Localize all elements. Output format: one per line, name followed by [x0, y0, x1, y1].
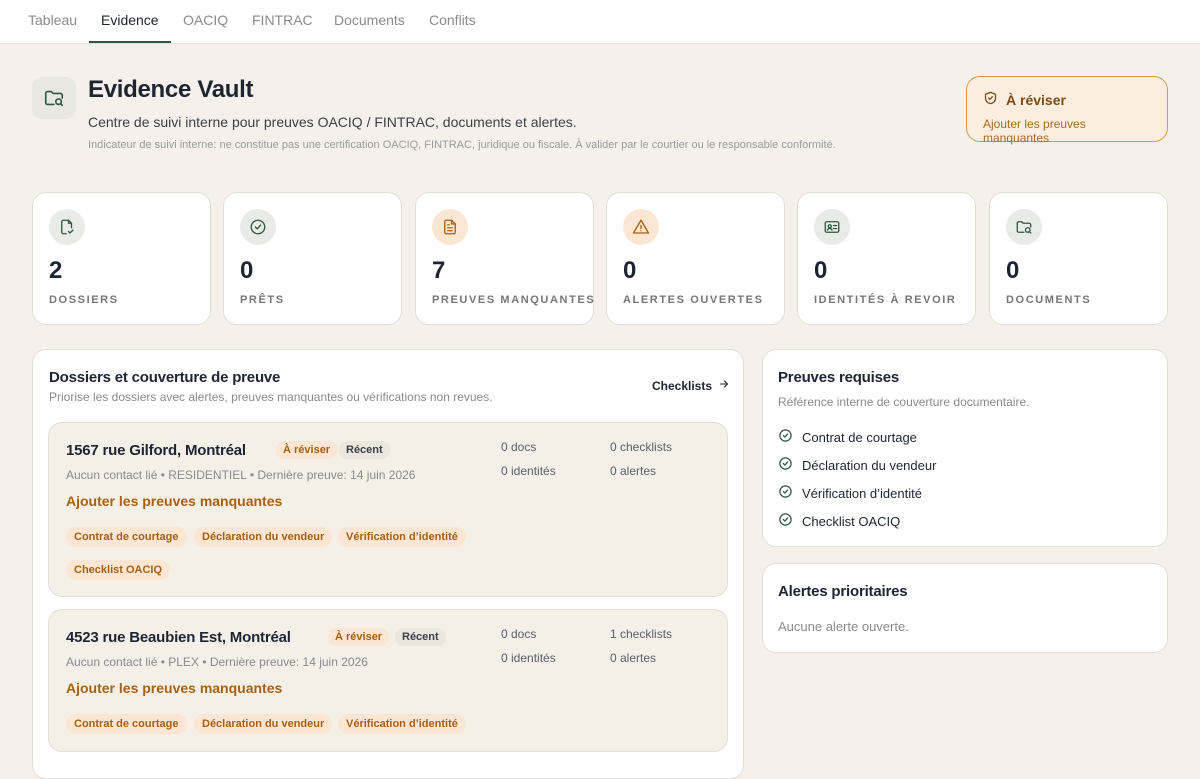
tab-documents[interactable]: Documents — [322, 0, 417, 43]
required-proof-label: Contrat de courtage — [802, 429, 917, 445]
identities-count: 0 identités — [501, 651, 556, 665]
page-subtitle: Centre de suivi interne pour preuves OAC… — [88, 114, 577, 130]
status-badge: À réviser — [328, 628, 390, 646]
status-badge: À réviser — [276, 441, 338, 459]
missing-proof-chip: Checklist OACIQ — [66, 560, 171, 580]
tab-fintrac[interactable]: FINTRAC — [240, 0, 325, 43]
arrow-right-icon — [718, 378, 730, 393]
review-status-subtitle: Ajouter les preuves manquantes — [983, 117, 1086, 145]
shield-check-icon — [983, 90, 998, 109]
missing-proof-chip: Déclaration du vendeur — [194, 714, 333, 734]
dossiers-panel-subtitle: Priorise les dossiers avec alertes, preu… — [49, 390, 493, 404]
required-proof-item: Déclaration du vendeur — [778, 456, 936, 474]
tab-evidence[interactable]: Evidence — [89, 0, 171, 43]
stat-card-prets[interactable]: 0 PRÊTS — [223, 192, 402, 325]
dossier-card[interactable]: 4523 rue Beaubien Est, Montréal À révise… — [48, 609, 728, 752]
circle-check-icon — [778, 428, 793, 446]
alerts-count: 0 alertes — [610, 464, 657, 478]
stat-value: 7 — [432, 257, 446, 284]
stat-value: 0 — [623, 257, 637, 284]
recent-badge: Récent — [339, 441, 390, 459]
stat-label: DOSSIERS — [49, 294, 119, 306]
docs-count: 0 docs — [501, 440, 537, 454]
required-proofs-subtitle: Référence interne de couverture document… — [778, 395, 1030, 409]
dossier-meta: Aucun contact lié • RESIDENTIEL • Derniè… — [66, 468, 416, 482]
dossier-address: 4523 rue Beaubien Est, Montréal — [66, 629, 291, 646]
add-missing-proofs-link[interactable]: Ajouter les preuves manquantes — [66, 493, 282, 509]
required-proof-item: Vérification d’identité — [778, 484, 922, 502]
circle-check-icon — [778, 484, 793, 502]
stat-label: PRÊTS — [240, 294, 285, 306]
stat-label: PREUVES MANQUANTES — [432, 294, 596, 306]
stat-card-alertes-ouvertes[interactable]: 0 ALERTES OUVERTES — [606, 192, 785, 325]
circle-check-icon — [240, 209, 276, 245]
required-proof-label: Déclaration du vendeur — [802, 457, 937, 473]
page-title: Evidence Vault — [88, 76, 254, 103]
checklists-count: 0 checklists — [610, 440, 673, 454]
stat-card-documents[interactable]: 0 DOCUMENTS — [989, 192, 1168, 325]
docs-count: 0 docs — [501, 627, 537, 641]
tab-tableau[interactable]: Tableau — [16, 0, 89, 43]
review-status-box[interactable]: À réviser Ajouter les preuves manquantes — [966, 76, 1168, 145]
dossier-card[interactable]: 1567 rue Gilford, Montréal À réviser Réc… — [48, 422, 728, 597]
file-check-icon — [49, 209, 85, 245]
circle-check-icon — [778, 456, 793, 474]
missing-proof-chip: Contrat de courtage — [66, 527, 187, 547]
missing-proof-chip: Déclaration du vendeur — [194, 527, 333, 547]
recent-badge: Récent — [395, 628, 446, 646]
stat-value: 0 — [240, 257, 254, 284]
stat-card-dossiers[interactable]: 2 DOSSIERS — [32, 192, 211, 325]
stat-value: 0 — [814, 257, 828, 284]
id-card-icon — [814, 209, 850, 245]
missing-proof-chip: Vérification d’identité — [338, 527, 466, 547]
stat-card-identites[interactable]: 0 IDENTITÉS À REVOIR — [797, 192, 976, 325]
missing-proof-chip: Vérification d’identité — [338, 714, 466, 734]
add-missing-proofs-link[interactable]: Ajouter les preuves manquantes — [66, 680, 282, 696]
review-status-title: À réviser — [983, 90, 1151, 109]
checklists-link[interactable]: Checklists — [652, 378, 730, 393]
stat-label: DOCUMENTS — [1006, 294, 1092, 306]
required-proof-label: Checklist OACIQ — [802, 513, 901, 529]
circle-check-icon — [778, 512, 793, 530]
priority-alerts-empty: Aucune alerte ouverte. — [778, 619, 909, 634]
dossier-meta: Aucun contact lié • PLEX • Dernière preu… — [66, 655, 368, 669]
folder-search-icon — [1006, 209, 1042, 245]
required-proof-item: Contrat de courtage — [778, 428, 917, 446]
folder-search-icon — [32, 77, 76, 119]
warning-icon — [623, 209, 659, 245]
disclaimer-text: Indicateur de suivi interne: ne constitu… — [88, 139, 836, 151]
priority-alerts-title: Alertes prioritaires — [778, 583, 908, 600]
stat-card-preuves-manquantes[interactable]: 7 PREUVES MANQUANTES — [415, 192, 594, 325]
stat-value: 2 — [49, 257, 63, 284]
required-proof-item: Checklist OACIQ — [778, 512, 900, 530]
alerts-count: 0 alertes — [610, 651, 657, 665]
review-status-label: À réviser — [1006, 91, 1066, 108]
priority-alerts-panel — [762, 563, 1168, 653]
tab-conflits[interactable]: Conflits — [417, 0, 488, 43]
checklists-link-label: Checklists — [652, 378, 713, 393]
stat-value: 0 — [1006, 257, 1020, 284]
top-navigation: Tableau Evidence OACIQ FINTRAC Documents… — [0, 0, 1200, 44]
dossier-address: 1567 rue Gilford, Montréal — [66, 442, 246, 459]
tab-oaciq[interactable]: OACIQ — [171, 0, 240, 43]
dossiers-panel-title: Dossiers et couverture de preuve — [49, 369, 281, 386]
stat-label: ALERTES OUVERTES — [623, 294, 764, 306]
required-proof-label: Vérification d’identité — [802, 485, 922, 501]
checklists-count: 1 checklists — [610, 627, 673, 641]
stat-label: IDENTITÉS À REVOIR — [814, 294, 957, 306]
missing-proof-chip: Contrat de courtage — [66, 714, 187, 734]
document-icon — [432, 209, 468, 245]
identities-count: 0 identités — [501, 464, 556, 478]
required-proofs-title: Preuves requises — [778, 369, 900, 386]
